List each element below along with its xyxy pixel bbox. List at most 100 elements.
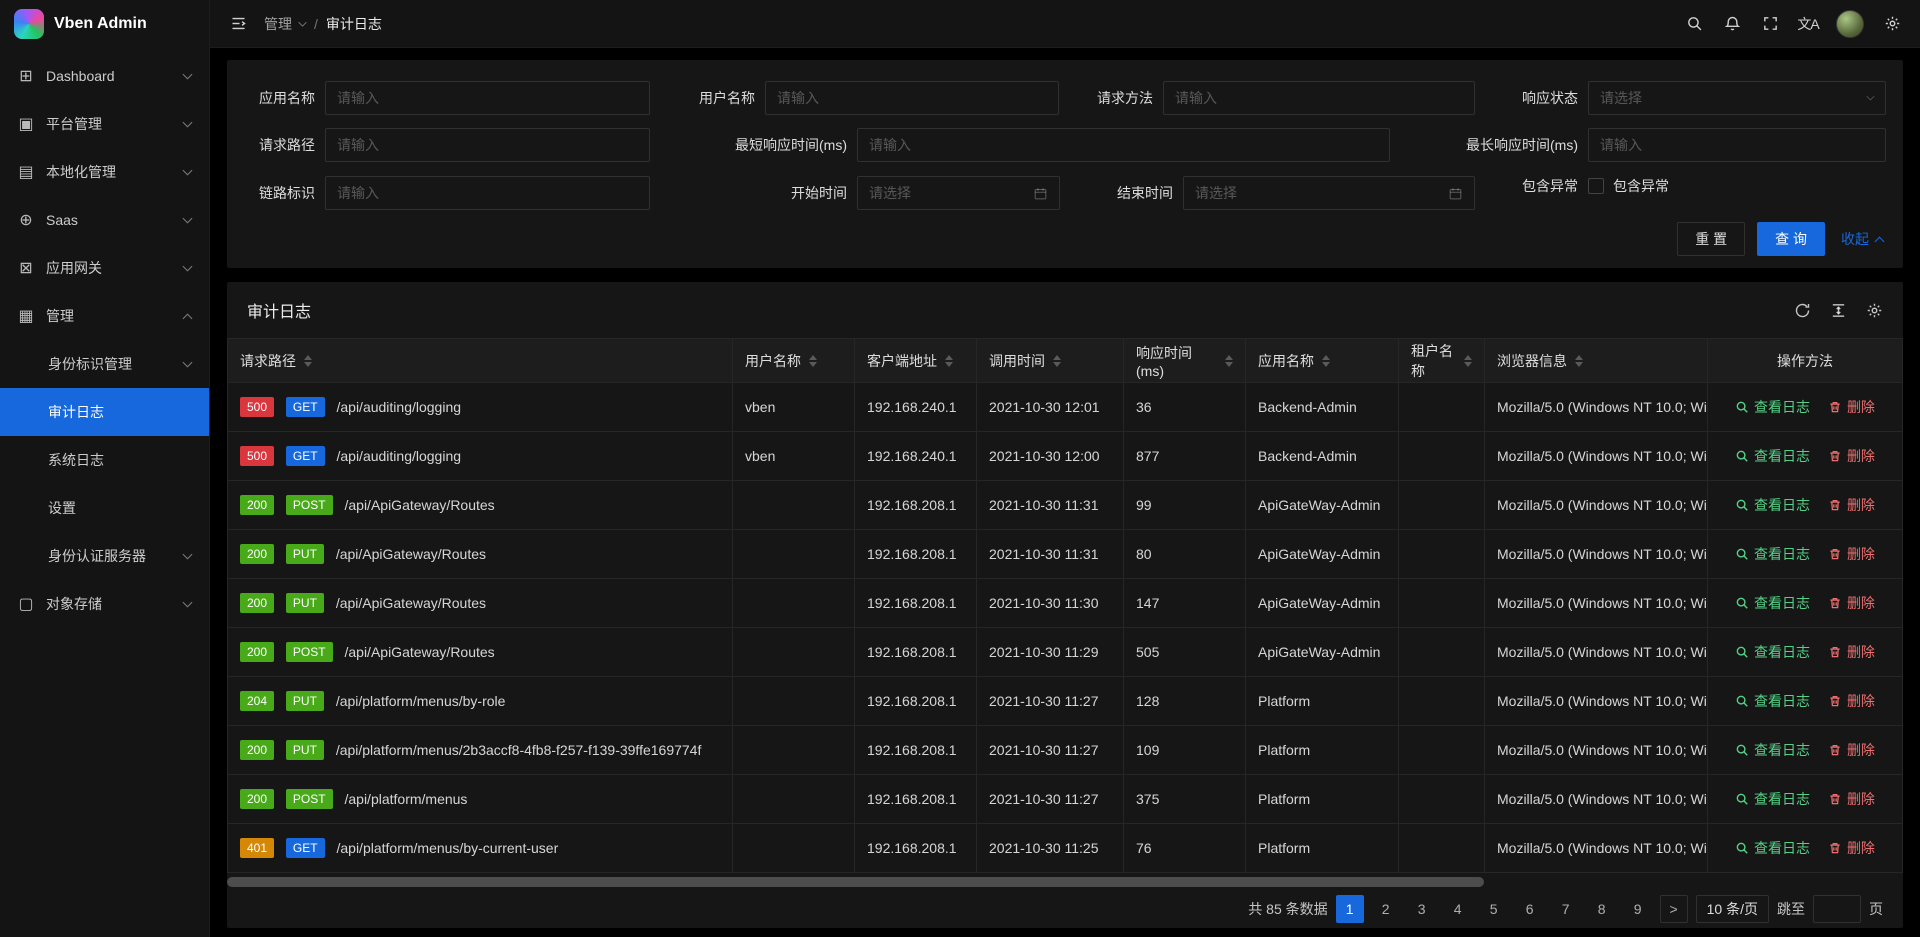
cell-app-name: ApiGateWay-Admin <box>1246 530 1399 579</box>
page-size-select[interactable]: 10 条/页 <box>1696 895 1769 923</box>
sort-caret-icon[interactable] <box>1464 355 1472 367</box>
view-log-link[interactable]: 查看日志 <box>1735 838 1810 858</box>
delete-link[interactable]: 删除 <box>1828 544 1875 564</box>
delete-link[interactable]: 删除 <box>1828 642 1875 662</box>
sidebar-item-platform[interactable]: ▣ 平台管理 <box>0 100 209 148</box>
page-button-2[interactable]: 2 <box>1372 895 1400 923</box>
delete-link[interactable]: 删除 <box>1828 446 1875 466</box>
page-button-7[interactable]: 7 <box>1552 895 1580 923</box>
sidebar-subitem-identity-management[interactable]: 身份标识管理 <box>0 340 209 388</box>
response-status-select[interactable]: 请选择 <box>1588 81 1886 115</box>
delete-link[interactable]: 删除 <box>1828 740 1875 760</box>
view-log-link[interactable]: 查看日志 <box>1735 740 1810 760</box>
page-button-6[interactable]: 6 <box>1516 895 1544 923</box>
cell-actions: 查看日志 删除 <box>1708 481 1903 530</box>
platform-icon: ▣ <box>16 114 36 134</box>
view-log-link[interactable]: 查看日志 <box>1735 397 1810 417</box>
sidebar-item-saas[interactable]: ⊕ Saas <box>0 196 209 244</box>
sort-caret-icon[interactable] <box>1053 355 1061 367</box>
page-button-8[interactable]: 8 <box>1588 895 1616 923</box>
breadcrumb-section[interactable]: 管理 <box>264 14 306 34</box>
page-button-4[interactable]: 4 <box>1444 895 1472 923</box>
end-time-picker[interactable]: 请选择 <box>1183 176 1475 210</box>
table-settings-button[interactable] <box>1865 301 1883 319</box>
column-header-browser-info[interactable]: 浏览器信息 <box>1485 339 1708 383</box>
column-header-response-time[interactable]: 响应时间(ms) <box>1124 339 1246 383</box>
sort-caret-icon[interactable] <box>1322 355 1330 367</box>
sort-caret-icon[interactable] <box>1575 355 1583 367</box>
max-response-time-input[interactable] <box>1588 128 1886 162</box>
column-header-call-time[interactable]: 调用时间 <box>977 339 1124 383</box>
sidebar-item-dashboard[interactable]: ⊞ Dashboard <box>0 52 209 100</box>
view-log-label: 查看日志 <box>1754 446 1810 466</box>
sidebar-subitem-audit-log[interactable]: 审计日志 <box>0 388 209 436</box>
sidebar-item-management[interactable]: ▦ 管理 <box>0 292 209 340</box>
sort-caret-icon[interactable] <box>945 355 953 367</box>
column-label: 租户名称 <box>1411 341 1456 381</box>
column-header-request-path[interactable]: 请求路径 <box>228 339 733 383</box>
request-path-input[interactable] <box>325 128 650 162</box>
table-row: 204 PUT /api/platform/menus/by-role 192.… <box>228 677 1903 726</box>
view-log-link[interactable]: 查看日志 <box>1735 642 1810 662</box>
page-button-5[interactable]: 5 <box>1480 895 1508 923</box>
view-log-label: 查看日志 <box>1754 740 1810 760</box>
sort-caret-icon[interactable] <box>1225 355 1233 367</box>
search-button[interactable] <box>1676 6 1712 42</box>
magnifier-icon <box>1735 498 1749 512</box>
view-log-link[interactable]: 查看日志 <box>1735 691 1810 711</box>
delete-link[interactable]: 删除 <box>1828 495 1875 515</box>
next-page-button[interactable]: > <box>1660 895 1688 923</box>
view-log-label: 查看日志 <box>1754 691 1810 711</box>
exception-checkbox[interactable] <box>1588 178 1604 194</box>
column-header-app-name[interactable]: 应用名称 <box>1246 339 1399 383</box>
column-height-button[interactable] <box>1829 301 1847 319</box>
sidebar-subitem-auth-server[interactable]: 身份认证服务器 <box>0 532 209 580</box>
sidebar-item-object-storage[interactable]: ▢ 对象存储 <box>0 580 209 628</box>
cell-client-address: 192.168.208.1 <box>855 481 977 530</box>
sidebar-subitem-system-log[interactable]: 系统日志 <box>0 436 209 484</box>
sidebar-toggle-button[interactable] <box>220 6 256 42</box>
min-response-time-input[interactable] <box>857 128 1390 162</box>
column-header-user-name[interactable]: 用户名称 <box>733 339 855 383</box>
delete-link[interactable]: 删除 <box>1828 691 1875 711</box>
query-button[interactable]: 查 询 <box>1757 222 1825 256</box>
delete-link[interactable]: 删除 <box>1828 397 1875 417</box>
fullscreen-button[interactable] <box>1752 6 1788 42</box>
sidebar-item-gateway[interactable]: ⊠ 应用网关 <box>0 244 209 292</box>
language-button[interactable]: 文A <box>1790 6 1826 42</box>
column-header-client-address[interactable]: 客户端地址 <box>855 339 977 383</box>
notification-button[interactable] <box>1714 6 1750 42</box>
page-button-1[interactable]: 1 <box>1336 895 1364 923</box>
view-log-link[interactable]: 查看日志 <box>1735 593 1810 613</box>
delete-link[interactable]: 删除 <box>1828 838 1875 858</box>
logo[interactable]: Vben Admin <box>0 0 209 48</box>
view-log-link[interactable]: 查看日志 <box>1735 789 1810 809</box>
sidebar-subitem-settings[interactable]: 设置 <box>0 484 209 532</box>
view-log-link[interactable]: 查看日志 <box>1735 544 1810 564</box>
http-method-input[interactable] <box>1163 81 1475 115</box>
app-name-input[interactable] <box>325 81 650 115</box>
collapse-label: 收起 <box>1841 229 1869 249</box>
settings-button[interactable] <box>1874 6 1910 42</box>
view-log-label: 查看日志 <box>1754 642 1810 662</box>
start-time-picker[interactable]: 请选择 <box>857 176 1060 210</box>
delete-link[interactable]: 删除 <box>1828 789 1875 809</box>
refresh-button[interactable] <box>1793 301 1811 319</box>
jump-input[interactable] <box>1813 895 1861 923</box>
sidebar-item-localization[interactable]: ▤ 本地化管理 <box>0 148 209 196</box>
column-header-tenant-name[interactable]: 租户名称 <box>1399 339 1485 383</box>
sort-caret-icon[interactable] <box>304 355 312 367</box>
sort-caret-icon[interactable] <box>809 355 817 367</box>
user-name-input[interactable] <box>765 81 1059 115</box>
request-path: /api/platform/menus/by-current-user <box>336 840 558 856</box>
reset-button[interactable]: 重 置 <box>1677 222 1745 256</box>
horizontal-scrollbar[interactable] <box>227 877 1484 887</box>
view-log-link[interactable]: 查看日志 <box>1735 446 1810 466</box>
page-button-3[interactable]: 3 <box>1408 895 1436 923</box>
collapse-button[interactable]: 收起 <box>1841 229 1883 249</box>
page-button-9[interactable]: 9 <box>1624 895 1652 923</box>
delete-link[interactable]: 删除 <box>1828 593 1875 613</box>
avatar[interactable] <box>1836 10 1864 38</box>
view-log-link[interactable]: 查看日志 <box>1735 495 1810 515</box>
trace-id-input[interactable] <box>325 176 650 210</box>
